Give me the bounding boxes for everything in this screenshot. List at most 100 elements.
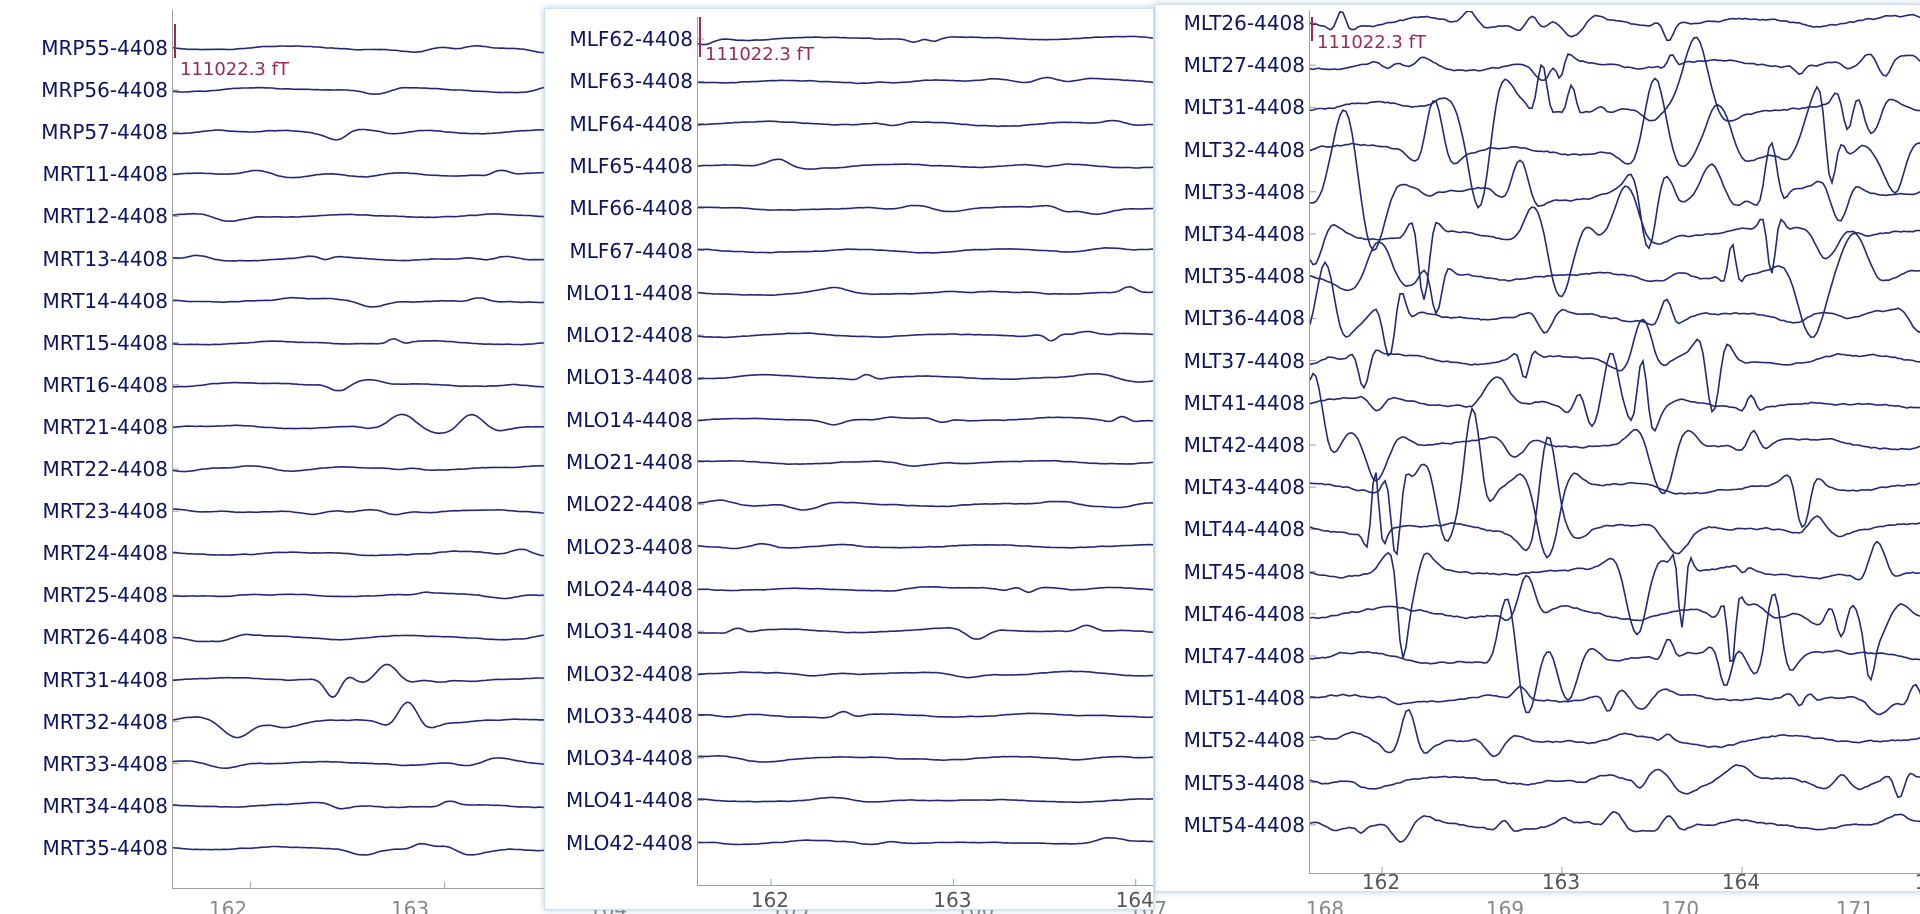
channel-label[interactable]: MLT33-4408 bbox=[1159, 181, 1305, 203]
meg-trace bbox=[1310, 540, 1920, 659]
channel-label[interactable]: MLO14-4408 bbox=[549, 409, 693, 431]
meg-trace bbox=[173, 633, 560, 643]
channel-label[interactable]: MLO22-4408 bbox=[549, 493, 693, 515]
channel-label[interactable]: MLT27-4408 bbox=[1159, 54, 1305, 76]
channel-label[interactable]: MLF65-4408 bbox=[549, 155, 693, 177]
channel-label[interactable]: MLO31-4408 bbox=[549, 620, 693, 642]
channel-label[interactable]: MRT26-4408 bbox=[4, 626, 168, 648]
channel-label[interactable]: MLO33-4408 bbox=[549, 705, 693, 727]
channel-label[interactable]: MLO13-4408 bbox=[549, 366, 693, 388]
meg-trace bbox=[1310, 574, 1920, 682]
channel-label[interactable]: MRT23-4408 bbox=[4, 500, 168, 522]
channel-label[interactable]: MRT35-4408 bbox=[4, 837, 168, 859]
channel-label[interactable]: MLO11-4408 bbox=[549, 282, 693, 304]
meg-trace bbox=[698, 499, 1153, 511]
trace-plot-area[interactable] bbox=[172, 10, 560, 889]
channel-label[interactable]: MLO32-4408 bbox=[549, 663, 693, 685]
channel-label[interactable]: MLO23-4408 bbox=[549, 536, 693, 558]
trace-canvas bbox=[173, 44, 560, 888]
meg-trace bbox=[173, 464, 560, 473]
meg-trace bbox=[698, 796, 1153, 804]
channel-label[interactable]: MLF67-4408 bbox=[549, 240, 693, 262]
meg-trace bbox=[173, 169, 560, 179]
amplitude-scale-label: 111022.3 fT bbox=[1317, 32, 1426, 53]
channel-label[interactable]: MRT13-4408 bbox=[4, 248, 168, 270]
channel-label[interactable]: MLO21-4408 bbox=[549, 451, 693, 473]
channel-label[interactable]: MLT42-4408 bbox=[1159, 434, 1305, 456]
meg-trace bbox=[173, 663, 560, 699]
meg-trace bbox=[1310, 811, 1920, 843]
channel-label[interactable]: MRP57-4408 bbox=[4, 121, 168, 143]
channel-label[interactable]: MRT16-4408 bbox=[4, 374, 168, 396]
channel-label[interactable]: MLT53-4408 bbox=[1159, 772, 1305, 794]
channel-label[interactable]: MRT25-4408 bbox=[4, 584, 168, 606]
channel-label[interactable]: MLF64-4408 bbox=[549, 113, 693, 135]
channel-label[interactable]: MRT33-4408 bbox=[4, 753, 168, 775]
channel-label[interactable]: MRT21-4408 bbox=[4, 416, 168, 438]
channel-label[interactable]: MLF62-4408 bbox=[549, 28, 693, 50]
channel-label[interactable]: MLT31-4408 bbox=[1159, 96, 1305, 118]
meg-trace bbox=[1310, 318, 1920, 414]
channel-label[interactable]: MRT12-4408 bbox=[4, 205, 168, 227]
channel-label[interactable]: MRT22-4408 bbox=[4, 458, 168, 480]
channel-label[interactable]: MLO24-4408 bbox=[549, 578, 693, 600]
meg-channel-window-left[interactable]: MRP55-4408 MRP56-4408 MRP57-4408 MRT11-4408… bbox=[0, 0, 560, 896]
trace-plot-area[interactable] bbox=[697, 17, 1153, 886]
channel-label[interactable]: MLT47-4408 bbox=[1159, 645, 1305, 667]
channel-label[interactable]: MLT34-4408 bbox=[1159, 223, 1305, 245]
meg-trace bbox=[698, 158, 1153, 170]
meg-trace bbox=[698, 285, 1153, 297]
meg-trace bbox=[1310, 232, 1920, 339]
channel-label[interactable]: MLT35-4408 bbox=[1159, 265, 1305, 287]
meg-trace bbox=[698, 836, 1153, 846]
channel-label[interactable]: MLF66-4408 bbox=[549, 197, 693, 219]
channel-label[interactable]: MLT52-4408 bbox=[1159, 729, 1305, 751]
trace-canvas bbox=[698, 35, 1153, 885]
channel-label[interactable]: MRP56-4408 bbox=[4, 79, 168, 101]
channel-label[interactable]: MLT51-4408 bbox=[1159, 687, 1305, 709]
channel-label[interactable]: MLO34-4408 bbox=[549, 747, 693, 769]
channel-label[interactable]: MLT45-4408 bbox=[1159, 561, 1305, 583]
bg-tick: 170 bbox=[1660, 897, 1700, 914]
meg-trace bbox=[698, 76, 1153, 85]
trace-plot-area[interactable] bbox=[1309, 11, 1920, 874]
meg-trace bbox=[1310, 436, 1920, 555]
meg-channel-window-middle[interactable]: MLF62-4408 MLF63-4408 MLF64-4408 MLF65-4408… bbox=[544, 8, 1154, 910]
channel-label[interactable]: MLT43-4408 bbox=[1159, 476, 1305, 498]
channel-label[interactable]: MLO12-4408 bbox=[549, 324, 693, 346]
meg-trace bbox=[698, 204, 1153, 216]
channel-label[interactable]: MRT31-4408 bbox=[4, 669, 168, 691]
channel-label[interactable]: MRT24-4408 bbox=[4, 542, 168, 564]
meg-trace bbox=[173, 508, 560, 516]
channel-label[interactable]: MLO41-4408 bbox=[549, 789, 693, 811]
meg-channel-window-right[interactable]: MLT26-4408 MLT27-4408 MLT31-4408 MLT32-4408… bbox=[1154, 4, 1920, 892]
channel-label[interactable]: MRP55-4408 bbox=[4, 37, 168, 59]
channel-label[interactable]: MLT46-4408 bbox=[1159, 603, 1305, 625]
meg-trace bbox=[173, 296, 560, 308]
meg-trace bbox=[173, 212, 560, 222]
channel-label[interactable]: MLT44-4408 bbox=[1159, 518, 1305, 540]
meg-trace bbox=[698, 246, 1153, 254]
amplitude-scale-bar bbox=[699, 17, 701, 57]
channel-label[interactable]: MLF63-4408 bbox=[549, 70, 693, 92]
time-tick-label: 162 bbox=[750, 888, 790, 910]
channel-label[interactable]: MLT41-4408 bbox=[1159, 392, 1305, 414]
channel-label[interactable]: MRT32-4408 bbox=[4, 711, 168, 733]
meg-trace bbox=[698, 710, 1153, 719]
channel-label[interactable]: MRT14-4408 bbox=[4, 290, 168, 312]
time-tick-label: 163 bbox=[1541, 870, 1581, 892]
meg-trace bbox=[698, 372, 1153, 383]
channel-label[interactable]: MLO42-4408 bbox=[549, 832, 693, 854]
channel-label[interactable]: MLT26-4408 bbox=[1159, 12, 1305, 34]
channel-label[interactable]: MRT15-4408 bbox=[4, 332, 168, 354]
channel-label[interactable]: MRT34-4408 bbox=[4, 795, 168, 817]
meg-trace bbox=[698, 670, 1153, 679]
bg-tick: 171 bbox=[1835, 897, 1875, 914]
meg-trace bbox=[173, 413, 560, 435]
channel-label[interactable]: MLT36-4408 bbox=[1159, 307, 1305, 329]
channel-label[interactable]: MLT54-4408 bbox=[1159, 814, 1305, 836]
channel-label[interactable]: MLT37-4408 bbox=[1159, 350, 1305, 372]
channel-label[interactable]: MRT11-4408 bbox=[4, 163, 168, 185]
meg-trace bbox=[1310, 764, 1920, 799]
channel-label[interactable]: MLT32-4408 bbox=[1159, 139, 1305, 161]
